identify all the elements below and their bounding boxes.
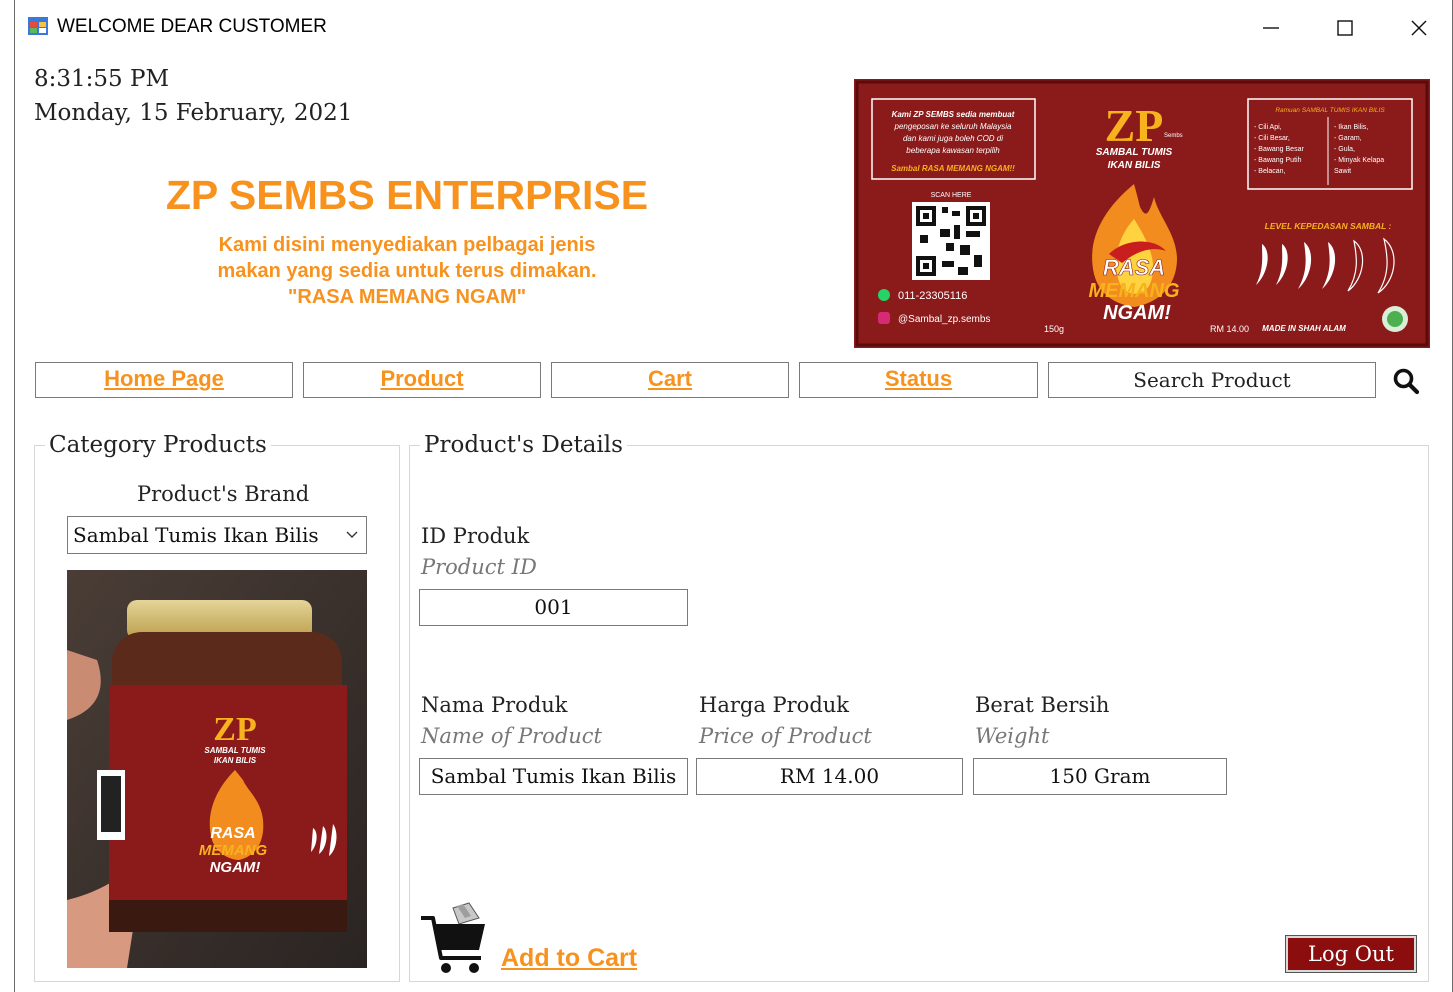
tagline-line: "RASA MEMANG NGAM" (287, 286, 527, 308)
product-label-banner: Kami ZP SEMBS sedia membuat pengeposan k… (854, 79, 1430, 348)
banner-intro-line: Kami ZP SEMBS sedia membuat (892, 110, 1015, 119)
svg-text:NGAM!: NGAM! (210, 859, 261, 876)
chevron-down-icon (346, 531, 358, 538)
ingredient-item: - Cili Api, (1254, 124, 1282, 131)
maximize-button[interactable] (1325, 10, 1365, 46)
nav-status-button[interactable]: Status (799, 362, 1038, 398)
banner-weight: 150g (1044, 324, 1064, 334)
app-window: WELCOME DEAR CUSTOMER 8:31:55 PM Monday,… (14, 0, 1453, 992)
ingredient-item: - Cili Besar, (1254, 135, 1290, 142)
product-image: ZP SAMBAL TUMIS IKAN BILIS RASA MEMANG N… (67, 570, 367, 968)
clock-date: Monday, 15 February, 2021 (34, 100, 353, 126)
ingredient-item: - Garam, (1334, 135, 1362, 142)
brand-tagline: Kami disini menyediakan pelbagai jenis m… (147, 232, 667, 310)
maximize-icon (1337, 20, 1353, 36)
minimize-button[interactable] (1251, 10, 1291, 46)
banner-slogan: RASA (1103, 255, 1165, 280)
banner-scan-label: SCAN HERE (931, 192, 972, 199)
brand-select[interactable]: Sambal Tumis Ikan Bilis (67, 516, 367, 554)
ingredient-item: - Gula, (1334, 146, 1355, 153)
ingredients-title: Ramuan SAMBAL TUMIS IKAN BILIS (1275, 107, 1385, 114)
banner-intro-line: dan kami juga boleh COD di (903, 134, 1003, 143)
svg-text:RASA: RASA (210, 825, 255, 842)
window-title: WELCOME DEAR CUSTOMER (57, 16, 327, 37)
brand-label: Product's Brand (137, 482, 310, 506)
ingredient-item: - Ikan Bilis, (1334, 124, 1368, 131)
banner-phone: 011-23305116 (898, 290, 967, 302)
banner-slogan: MEMANG (1088, 280, 1179, 302)
banner-logo-sub: Sembs (1164, 133, 1183, 139)
name-label: Nama Produk (421, 693, 568, 717)
ingredient-item: Sawit (1334, 168, 1351, 175)
tagline-line: makan yang sedia untuk terus dimakan. (217, 260, 597, 282)
app-icon (28, 17, 48, 35)
banner-intro-line: pengeposan ke seluruh Malaysia (894, 122, 1013, 131)
search-icon[interactable] (1392, 367, 1420, 395)
product-name-field[interactable]: Sambal Tumis Ikan Bilis (419, 758, 688, 795)
banner-intro-line: beberapa kawasan terpilih (906, 146, 1000, 155)
product-weight-field[interactable]: 150 Gram (973, 758, 1227, 795)
price-label: Harga Produk (699, 693, 850, 717)
details-group-legend: Product's Details (424, 432, 623, 458)
ingredient-item: - Bawang Besar (1254, 146, 1304, 153)
spice-level-label: LEVEL KEPEDASAN SAMBAL : (1265, 221, 1392, 231)
ingredient-item: - Minyak Kelapa (1334, 157, 1384, 164)
id-label: ID Produk (421, 524, 530, 548)
clock-time: 8:31:55 PM (34, 66, 170, 92)
close-icon (1411, 20, 1427, 36)
add-to-cart-link[interactable]: Add to Cart (501, 944, 637, 973)
logout-button[interactable]: Log Out (1285, 935, 1417, 973)
search-input[interactable]: Search Product (1048, 362, 1376, 398)
whatsapp-icon (878, 289, 890, 301)
nav-cart-button[interactable]: Cart (551, 362, 789, 398)
brand-select-value: Sambal Tumis Ikan Bilis (73, 523, 319, 547)
minimize-icon (1263, 27, 1279, 29)
instagram-icon (878, 312, 890, 324)
svg-text:SAMBAL TUMIS: SAMBAL TUMIS (204, 746, 266, 755)
brand-title: ZP SEMBS ENTERPRISE (165, 172, 649, 218)
ingredient-item: - Bawang Putih (1254, 157, 1302, 164)
price-sublabel: Price of Product (699, 724, 872, 748)
qr-code-icon (912, 202, 990, 280)
tagline-line: Kami disini menyediakan pelbagai jenis (218, 234, 596, 256)
banner-product-name: IKAN BILIS (1108, 160, 1161, 171)
banner-logo: ZP (1105, 100, 1164, 151)
product-id-field[interactable]: 001 (419, 589, 688, 626)
weight-label: Berat Bersih (975, 693, 1110, 717)
nav-home-button[interactable]: Home Page (35, 362, 293, 398)
banner-slogan: NGAM! (1103, 302, 1171, 324)
id-sublabel: Product ID (421, 555, 537, 579)
svg-text:IKAN BILIS: IKAN BILIS (214, 756, 257, 765)
banner-price: RM 14.00 (1210, 324, 1249, 334)
close-button[interactable] (1399, 10, 1439, 46)
title-bar: WELCOME DEAR CUSTOMER (15, 0, 1452, 54)
ingredient-item: - Belacan, (1254, 168, 1286, 175)
banner-made-in: MADE IN SHAH ALAM (1262, 324, 1346, 333)
banner-product-name: SAMBAL TUMIS (1096, 147, 1173, 158)
svg-text:ZP: ZP (213, 711, 256, 748)
svg-text:MEMANG: MEMANG (199, 842, 268, 859)
banner-instagram: @Sambal_zp.sembs (898, 314, 990, 325)
banner-intro-line: Sambal RASA MEMANG NGAM!! (891, 164, 1015, 173)
product-price-field[interactable]: RM 14.00 (696, 758, 963, 795)
category-group-legend: Category Products (49, 432, 267, 458)
name-sublabel: Name of Product (421, 724, 602, 748)
nav-product-button[interactable]: Product (303, 362, 541, 398)
weight-sublabel: Weight (975, 724, 1050, 748)
shopping-cart-icon[interactable] (419, 900, 487, 976)
